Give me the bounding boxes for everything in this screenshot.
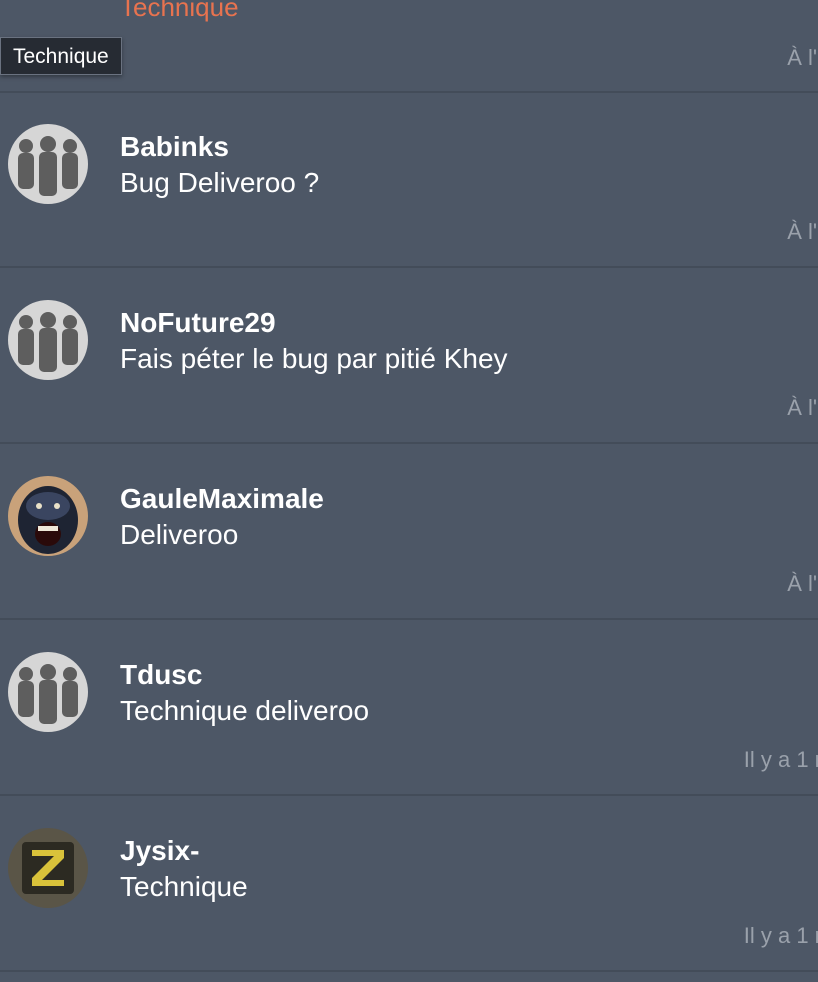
username: Babinks bbox=[120, 131, 229, 162]
timestamp: À l'i bbox=[787, 395, 818, 420]
silhouette-avatar bbox=[8, 300, 88, 380]
tooltip: Technique bbox=[0, 37, 122, 75]
gorilla-avatar bbox=[8, 476, 88, 556]
timestamp: À l'i bbox=[787, 219, 818, 244]
message-preview: Deliveroo bbox=[120, 519, 239, 550]
username: Tdusc bbox=[120, 659, 203, 690]
silhouette-avatar bbox=[8, 124, 88, 204]
conversation-row[interactable]: Tdusc Technique deliveroo Il y a 1 r bbox=[0, 621, 818, 796]
username: Jysix- bbox=[120, 835, 200, 866]
message-preview: Technique deliveroo bbox=[120, 695, 370, 726]
conversation-row[interactable]: Jysix- Technique Il y a 1 r bbox=[0, 797, 818, 972]
username: NoFuture29 bbox=[120, 307, 276, 338]
conversation-row[interactable]: Babinks Bug Deliveroo ? À l'i bbox=[0, 93, 818, 268]
username: GauleMaximale bbox=[120, 483, 324, 514]
message-preview: Technique bbox=[120, 871, 248, 902]
z-badge-avatar bbox=[8, 828, 88, 908]
timestamp: Il y a 1 r bbox=[743, 923, 818, 948]
silhouette-avatar bbox=[8, 652, 88, 732]
conversation-list: Technique À l'i Technique Babinks Bug De… bbox=[0, 0, 818, 982]
timestamp: À l'i bbox=[787, 45, 818, 70]
timestamp: Il y a 1 r bbox=[743, 747, 818, 772]
message-preview: Technique bbox=[120, 0, 239, 22]
conversation-row[interactable]: Technique À l'i bbox=[0, 0, 818, 93]
message-preview: Fais péter le bug par pitié Khey bbox=[120, 343, 508, 374]
conversation-row[interactable]: NoFuture29 Fais péter le bug par pitié K… bbox=[0, 269, 818, 444]
message-preview: Bug Deliveroo ? bbox=[120, 167, 320, 198]
conversation-row[interactable]: GauleMaximale Deliveroo À l'i bbox=[0, 445, 818, 620]
timestamp: À l'i bbox=[787, 571, 818, 596]
